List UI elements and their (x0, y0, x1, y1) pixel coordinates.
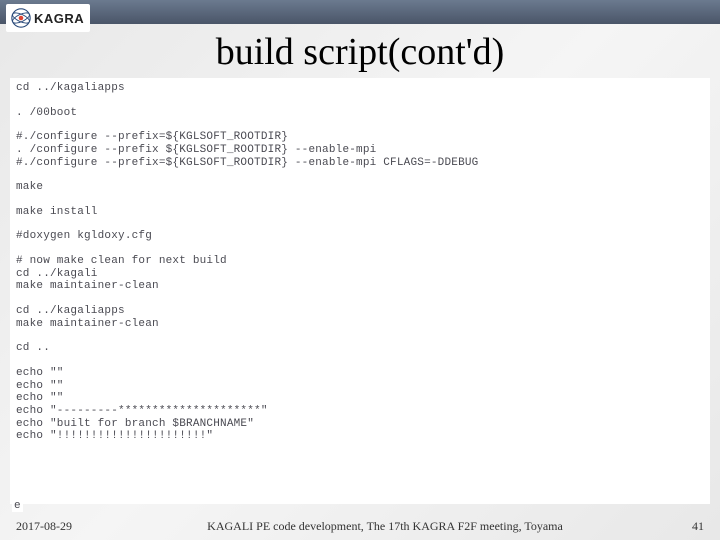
footer-center: KAGALI PE code development, The 17th KAG… (106, 519, 664, 534)
code-line: . /00boot (16, 107, 704, 120)
code-line: echo "---------*********************" (16, 405, 704, 418)
code-line: cd ../kagaliapps (16, 82, 704, 95)
logo: KAGRA (6, 4, 90, 32)
code-line: make install (16, 206, 704, 219)
code-line: make (16, 181, 704, 194)
code-line: echo "" (16, 367, 704, 380)
code-line: make maintainer-clean (16, 280, 704, 293)
header-bar (0, 0, 720, 24)
footer-date: 2017-08-29 (16, 519, 106, 534)
code-line: echo "" (16, 380, 704, 393)
code-line: #./configure --prefix=${KGLSOFT_ROOTDIR} (16, 131, 704, 144)
slide-title: build script(cont'd) (0, 30, 720, 74)
logo-text: KAGRA (34, 11, 84, 26)
code-line: echo "" (16, 392, 704, 405)
stray-char: e (12, 500, 23, 512)
kagra-logo-icon (10, 7, 32, 29)
code-line: cd .. (16, 342, 704, 355)
footer: 2017-08-29 KAGALI PE code development, T… (0, 519, 720, 534)
footer-page: 41 (664, 519, 704, 534)
code-line: make maintainer-clean (16, 318, 704, 331)
code-block: cd ../kagaliapps . /00boot #./configure --… (10, 78, 710, 504)
code-line: echo "built for branch $BRANCHNAME" (16, 418, 704, 431)
code-line: . /configure --prefix ${KGLSOFT_ROOTDIR}… (16, 144, 704, 157)
code-line: cd ../kagali (16, 268, 704, 281)
code-line: cd ../kagaliapps (16, 305, 704, 318)
code-line: #doxygen kgldoxy.cfg (16, 230, 704, 243)
code-line: echo "!!!!!!!!!!!!!!!!!!!!!!" (16, 430, 704, 443)
code-line: #./configure --prefix=${KGLSOFT_ROOTDIR}… (16, 157, 704, 170)
code-line: # now make clean for next build (16, 255, 704, 268)
